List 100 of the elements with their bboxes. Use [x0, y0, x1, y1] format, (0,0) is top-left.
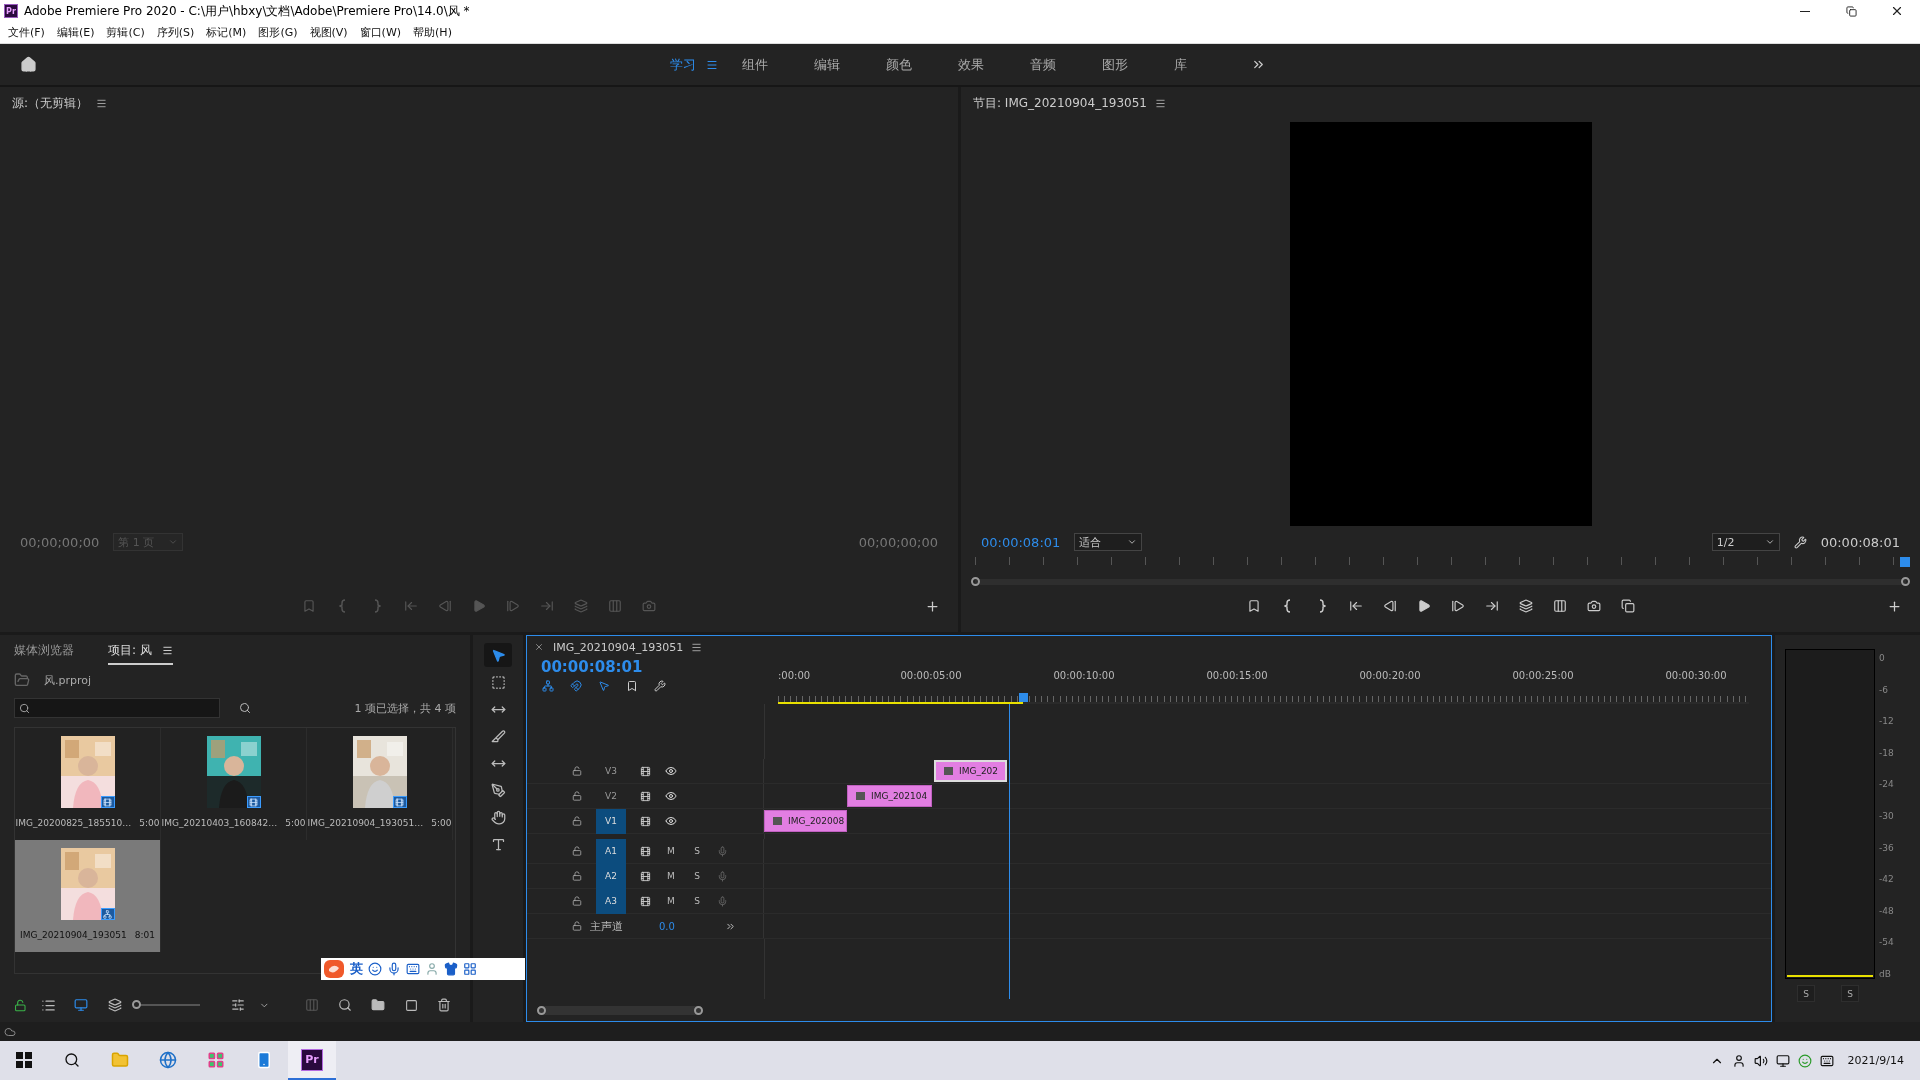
menu-item[interactable]: 序列(S) [150, 25, 201, 40]
go-to-out-icon [540, 599, 554, 613]
workspace-tab[interactable]: 组件 [742, 55, 814, 74]
mute-button[interactable]: M [665, 871, 677, 881]
step-forward-icon [1450, 599, 1465, 613]
track-name[interactable]: V2 [596, 783, 626, 809]
search-field[interactable] [14, 698, 220, 718]
comparison-view-icon [1620, 599, 1635, 613]
meter-scale-label: -36 [1879, 842, 1894, 853]
menu-item[interactable]: 图形(G) [252, 25, 304, 40]
list-view-icon [40, 997, 56, 1013]
zoom-dropdown[interactable]: 适合 [1074, 533, 1143, 551]
item-duration: 5:00 [285, 818, 306, 828]
item-name: IMG_20200825_185510… [15, 818, 132, 828]
mark-out-icon [373, 599, 381, 613]
project-item[interactable]: IMG_20210904_193051… 5:00 [307, 728, 453, 840]
wrench-icon [1793, 535, 1807, 549]
panel-tab[interactable]: 项目: 风 [108, 637, 173, 665]
scroll-handle[interactable] [537, 1005, 546, 1015]
nest-button[interactable] [541, 678, 555, 694]
mic-icon [387, 962, 401, 976]
solo-button[interactable]: S [1841, 985, 1859, 1002]
menu-item[interactable]: 文件(F) [2, 25, 51, 40]
menu-item[interactable]: 编辑(E) [50, 25, 101, 40]
app-logo: Pr [4, 4, 18, 18]
razor-icon [490, 728, 506, 744]
track-name: 主声道 [590, 918, 623, 934]
type-icon [490, 836, 506, 852]
go-to-out-icon [1484, 599, 1499, 613]
shirt-icon [444, 962, 458, 976]
select-tool[interactable] [484, 643, 512, 667]
step-back-icon [1382, 599, 1397, 613]
add-marker-button[interactable] [625, 678, 639, 694]
slider-thumb[interactable] [132, 1000, 142, 1009]
ruler-label: 00:00:30:00 [1665, 670, 1727, 681]
selection-status: 1 项已选择，共 4 项 [354, 700, 456, 716]
menu-item[interactable]: 剪辑(C) [100, 25, 151, 40]
play-icon [1416, 599, 1431, 613]
panel-tab[interactable]: 媒体浏览器 [14, 637, 74, 665]
mute-button[interactable]: M [665, 846, 677, 856]
workspace-tab[interactable]: 库 [1174, 55, 1246, 74]
linked-selection-button[interactable] [597, 678, 611, 694]
menu-item[interactable]: 标记(M) [200, 25, 253, 40]
lock-icon [14, 998, 27, 1012]
track-name[interactable]: A3 [596, 888, 626, 914]
project-item[interactable]: IMG_20210904_193051 8:01 [15, 840, 161, 952]
zoom-handle[interactable] [971, 577, 980, 586]
scrollbar[interactable] [537, 1005, 703, 1015]
solo-button[interactable]: S [1797, 985, 1815, 1002]
video-clip[interactable]: IMG_202008 [764, 810, 847, 832]
solo-button[interactable]: S [691, 846, 703, 856]
track-name[interactable]: A1 [596, 838, 626, 864]
film-icon [640, 815, 651, 827]
insert-icon [574, 599, 588, 613]
ruler-label: 00:00:15:00 [1206, 670, 1268, 681]
menu-item[interactable]: 窗口(W) [353, 25, 408, 40]
track-select-icon [490, 674, 506, 690]
solo-button[interactable]: S [691, 871, 703, 881]
smile-icon [368, 962, 382, 976]
volume-value[interactable]: 0.0 [659, 920, 675, 932]
resolution-dropdown[interactable]: 1/2 [1711, 533, 1780, 551]
track-name[interactable]: V1 [596, 808, 626, 834]
timecode: 00:00:08:01 [541, 658, 644, 676]
menu-icon [706, 58, 718, 71]
solo-button[interactable]: S [691, 896, 703, 906]
project-item[interactable]: IMG_20210403_160842… 5:00 [161, 728, 307, 840]
workspace-tab[interactable]: 学习 [670, 55, 742, 74]
meter-scale-label: -24 [1879, 779, 1894, 790]
track-name[interactable]: A2 [596, 863, 626, 889]
video-clip[interactable]: IMG_202 [934, 760, 1007, 782]
menu-item[interactable]: 视图(V) [303, 25, 354, 40]
chevron-down-icon [1764, 537, 1775, 547]
premiere-app-button[interactable]: Pr [288, 1041, 336, 1080]
workspace-tab[interactable]: 音频 [1030, 55, 1102, 74]
mute-button[interactable]: M [665, 896, 677, 906]
track-name[interactable]: V3 [596, 758, 626, 784]
video-clip[interactable]: IMG_202104 [847, 785, 932, 807]
snap-button[interactable] [569, 678, 583, 694]
project-item[interactable]: IMG_20200825_185510… 5:00 [15, 728, 161, 840]
workspace-tab[interactable]: 图形 [1102, 55, 1174, 74]
input-mode[interactable]: 英 [350, 960, 363, 978]
film-icon [640, 765, 651, 777]
scroll-handle[interactable] [694, 1005, 703, 1015]
settings-button[interactable] [653, 678, 667, 694]
browser-icon [159, 1050, 177, 1069]
close-button[interactable] [533, 641, 545, 653]
eye-icon [665, 815, 677, 827]
add-icon [924, 598, 940, 614]
menu-item[interactable]: 帮助(H) [407, 25, 458, 40]
clip-label: IMG_202008 [788, 816, 845, 826]
meter-scale-label: -6 [1879, 684, 1889, 695]
user-icon [1731, 1053, 1746, 1068]
zoom-handle[interactable] [1901, 577, 1910, 586]
nest-icon [542, 680, 554, 692]
timecode: 00;00;00;00 [20, 534, 100, 550]
workspace-tab[interactable]: 编辑 [814, 55, 886, 74]
menu-icon [1154, 97, 1166, 109]
fx-icon [773, 817, 782, 825]
workspace-tab[interactable]: 效果 [958, 55, 1030, 74]
workspace-tab[interactable]: 颜色 [886, 55, 958, 74]
